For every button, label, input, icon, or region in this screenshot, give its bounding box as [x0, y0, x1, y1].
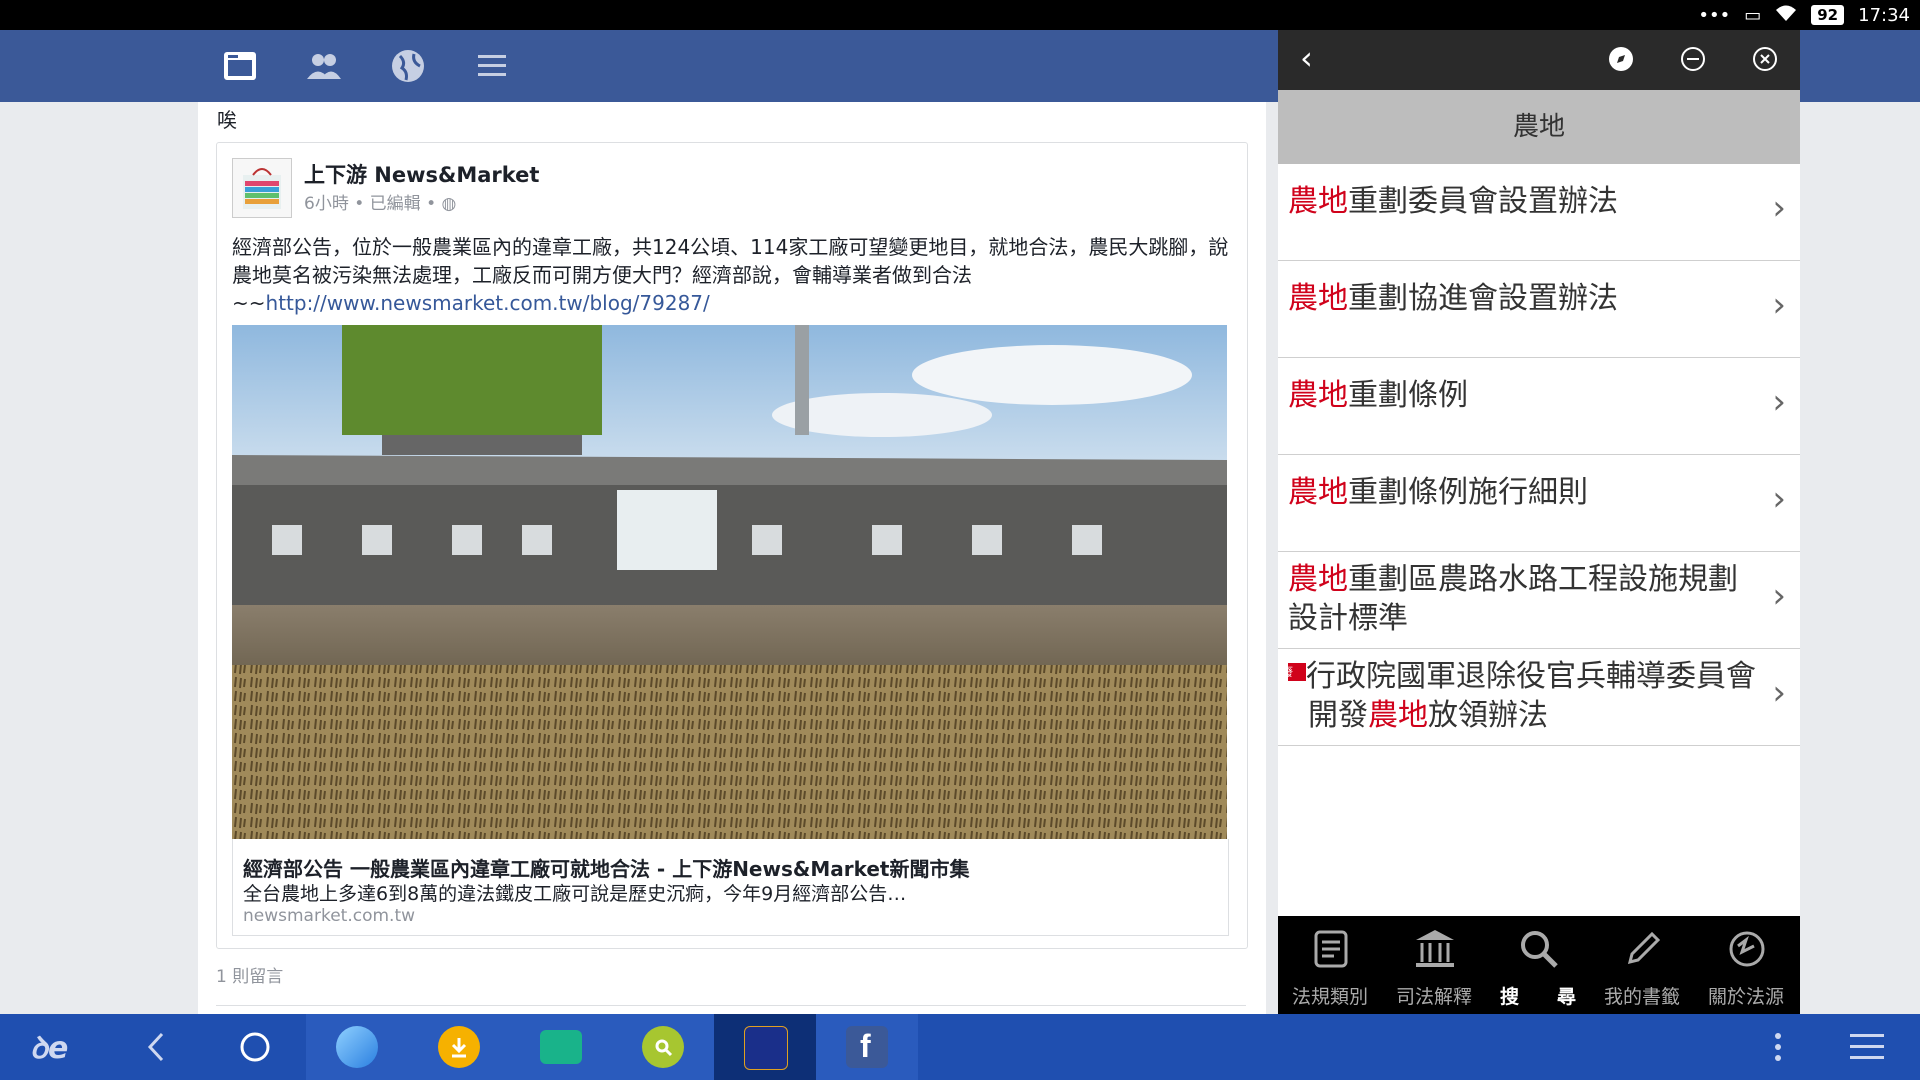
logo-icon [1729, 931, 1765, 967]
status-bar: ••• ▭ 92 17:34 [0, 0, 1920, 30]
search-icon [1521, 931, 1558, 968]
back-nav-icon[interactable] [102, 1014, 204, 1080]
minimize-icon[interactable] [1678, 44, 1708, 74]
result-item[interactable]: 廢行政院國軍退除役官兵輔導委員會開發農地放領辦法 › [1278, 649, 1800, 746]
tab-label: 關於法源 [1707, 986, 1784, 1008]
post-link[interactable]: http://www.newsmarket.com.tw/blog/79287/ [266, 291, 710, 315]
overlay-toolbar: ‹ [1278, 30, 1800, 90]
link-preview-title[interactable]: 經濟部公告 一般農業區內違章工廠可就地合法 - 上下游News&Market新聞… [243, 853, 969, 882]
link-preview-image[interactable] [232, 325, 1227, 839]
chevron-right-icon: › [1772, 382, 1786, 422]
friends-icon[interactable] [304, 46, 344, 86]
download-app-icon[interactable] [408, 1014, 510, 1080]
result-label: 重劃區農路水路工程設施規劃設計標準 [1288, 562, 1738, 636]
tab-search[interactable]: 搜 尋 [1486, 916, 1590, 1014]
pencil-icon [1627, 931, 1661, 965]
news-feed[interactable]: 唉 上下游 News&Market 6小時 • 已編輯 • ◍ 經濟部公告，位於… [198, 102, 1266, 1014]
result-highlight: 農地 [1288, 378, 1348, 413]
facebook-app-icon[interactable]: f [816, 1014, 918, 1080]
result-label-end: 放領辦法 [1428, 698, 1548, 733]
close-icon[interactable] [1750, 44, 1780, 74]
launcher-icon[interactable]: ꝺe [0, 1014, 102, 1080]
comment-count[interactable]: 1 則留言 [216, 962, 283, 987]
result-highlight: 農地 [1288, 475, 1348, 510]
tab-judicial-interpretation[interactable]: 司法解釋 [1382, 916, 1486, 1014]
result-label: 重劃委員會設置辦法 [1348, 184, 1618, 219]
globe-icon[interactable] [388, 46, 428, 86]
link-preview-description: 全台農地上多達6到8萬的違法鐵皮工廠可說是歷史沉痾，今年9月經濟部公告… [243, 883, 907, 905]
result-label: 重劃協進會設置辦法 [1348, 281, 1618, 316]
wifi-icon [1775, 4, 1797, 27]
tab-my-bookmarks[interactable]: 我的書籤 [1590, 916, 1694, 1014]
browser-app-icon[interactable] [306, 1014, 408, 1080]
search-title-bar: 農地 [1278, 90, 1800, 164]
result-item[interactable]: 農地重劃條例 › [1278, 358, 1800, 455]
result-highlight: 農地 [1288, 562, 1348, 597]
law-app-taskbar-icon[interactable] [714, 1014, 816, 1080]
screen-icon: ▭ [1744, 4, 1762, 26]
previous-post-text: 唉 [217, 108, 237, 132]
post-time[interactable]: 6小時 [304, 194, 349, 214]
result-item[interactable]: 農地重劃條例施行細則 › [1278, 455, 1800, 552]
battery-indicator: 92 [1811, 5, 1845, 25]
result-item[interactable]: 農地重劃協進會設置辦法 › [1278, 261, 1800, 358]
divider [216, 1005, 1246, 1006]
page-avatar[interactable] [232, 158, 292, 218]
tab-label: 法規類別 [1291, 986, 1368, 1008]
hamburger-menu-icon[interactable] [1818, 1014, 1920, 1080]
back-icon[interactable]: ‹ [1300, 42, 1332, 78]
tab-law-categories[interactable]: 法規類別 [1278, 916, 1382, 1014]
taskbar: ꝺe f [0, 1014, 1920, 1080]
result-item[interactable]: 農地重劃區農路水路工程設施規劃設計標準 › [1278, 552, 1800, 649]
overflow-notification-dots: ••• [1698, 4, 1731, 26]
law-app-window: ‹ 農地 農地重劃委員會設置辦法 › 農地重劃協進會設置辦法 › 農地重劃條例 … [1278, 30, 1800, 1014]
chevron-right-icon: › [1772, 188, 1786, 228]
privacy-globe-icon: ◍ [441, 194, 457, 214]
result-highlight: 農地 [1288, 281, 1348, 316]
repealed-badge: 廢 [1281, 663, 1306, 681]
post-card: 上下游 News&Market 6小時 • 已編輯 • ◍ 經濟部公告，位於一般… [216, 142, 1248, 949]
tab-label: 我的書籤 [1603, 986, 1680, 1008]
chevron-right-icon: › [1772, 285, 1786, 325]
chevron-right-icon: › [1772, 673, 1786, 713]
document-icon [1314, 930, 1348, 968]
overflow-menu-icon[interactable] [1730, 1014, 1832, 1080]
bottom-tab-bar: 法規類別 司法解釋 搜 尋 我的書籤 關於法源 [1278, 916, 1800, 1014]
post-body: 經濟部公告，位於一般農業區內的違章工廠，共124公頃、114家工廠可望變更地目，… [232, 233, 1232, 317]
link-preview-domain: newsmarket.com.tw [243, 906, 416, 926]
result-label: 重劃條例 [1348, 378, 1468, 413]
search-app-icon[interactable] [612, 1014, 714, 1080]
result-highlight: 農地 [1368, 698, 1428, 733]
page-name[interactable]: 上下游 News&Market [304, 159, 539, 189]
clock: 17:34 [1858, 4, 1910, 26]
menu-icon[interactable] [472, 46, 512, 86]
chevron-right-icon: › [1772, 479, 1786, 519]
edited-label[interactable]: 已編輯 [370, 194, 421, 214]
result-item[interactable]: 農地重劃委員會設置辦法 › [1278, 164, 1800, 261]
result-label: 重劃條例施行細則 [1348, 475, 1588, 510]
tab-about[interactable]: 關於法源 [1694, 916, 1798, 1014]
search-keyword: 農地 [1512, 112, 1565, 142]
newsfeed-icon[interactable] [220, 46, 260, 86]
tab-label: 搜 尋 [1499, 986, 1576, 1008]
post-meta: 6小時 • 已編輯 • ◍ [304, 194, 457, 214]
chevron-right-icon: › [1772, 576, 1786, 616]
courthouse-icon [1416, 930, 1454, 967]
result-highlight: 農地 [1288, 184, 1348, 219]
compass-icon[interactable] [1606, 44, 1636, 74]
tab-label: 司法解釋 [1395, 986, 1472, 1008]
home-icon[interactable] [204, 1014, 306, 1080]
folder-app-icon[interactable] [510, 1014, 612, 1080]
